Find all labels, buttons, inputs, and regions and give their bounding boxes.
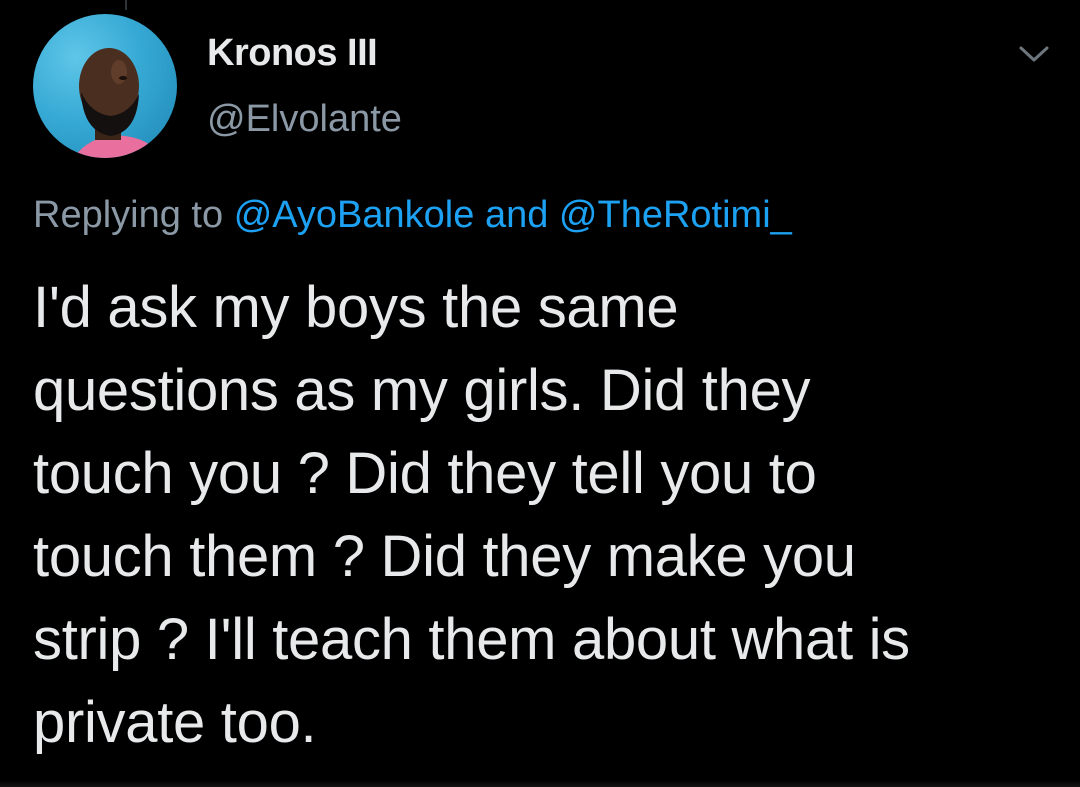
chevron-down-icon[interactable] — [1017, 42, 1051, 66]
reply-context: Replying to @AyoBankole and @TheRotimi_ — [33, 194, 792, 237]
bottom-divider — [0, 780, 1080, 787]
author-display-name[interactable]: Kronos III — [207, 32, 378, 75]
tweet-text-line: I'd ask my boys the same — [33, 275, 679, 340]
thread-connector-line — [125, 0, 127, 10]
tweet-text-line: touch them ? Did they make you — [33, 524, 856, 589]
author-handle[interactable]: @Elvolante — [207, 98, 402, 141]
mention-link[interactable]: @TheRotimi_ — [559, 194, 792, 236]
tweet-text-line: strip ? I'll teach them about what is — [33, 607, 910, 672]
tweet-text-line: questions as my girls. Did they — [33, 358, 811, 423]
reply-prefix: Replying to — [33, 194, 224, 236]
tweet: Kronos III @Elvolante Replying to @AyoBa… — [0, 0, 1080, 787]
mention-connector[interactable]: and — [485, 194, 548, 236]
avatar[interactable] — [33, 14, 177, 158]
tweet-text-line: private too. — [33, 690, 317, 755]
mention-link[interactable]: @AyoBankole — [234, 194, 475, 236]
tweet-text-line: touch you ? Did they tell you to — [33, 441, 817, 506]
tweet-text: I'd ask my boys the same questions as my… — [33, 266, 1063, 764]
